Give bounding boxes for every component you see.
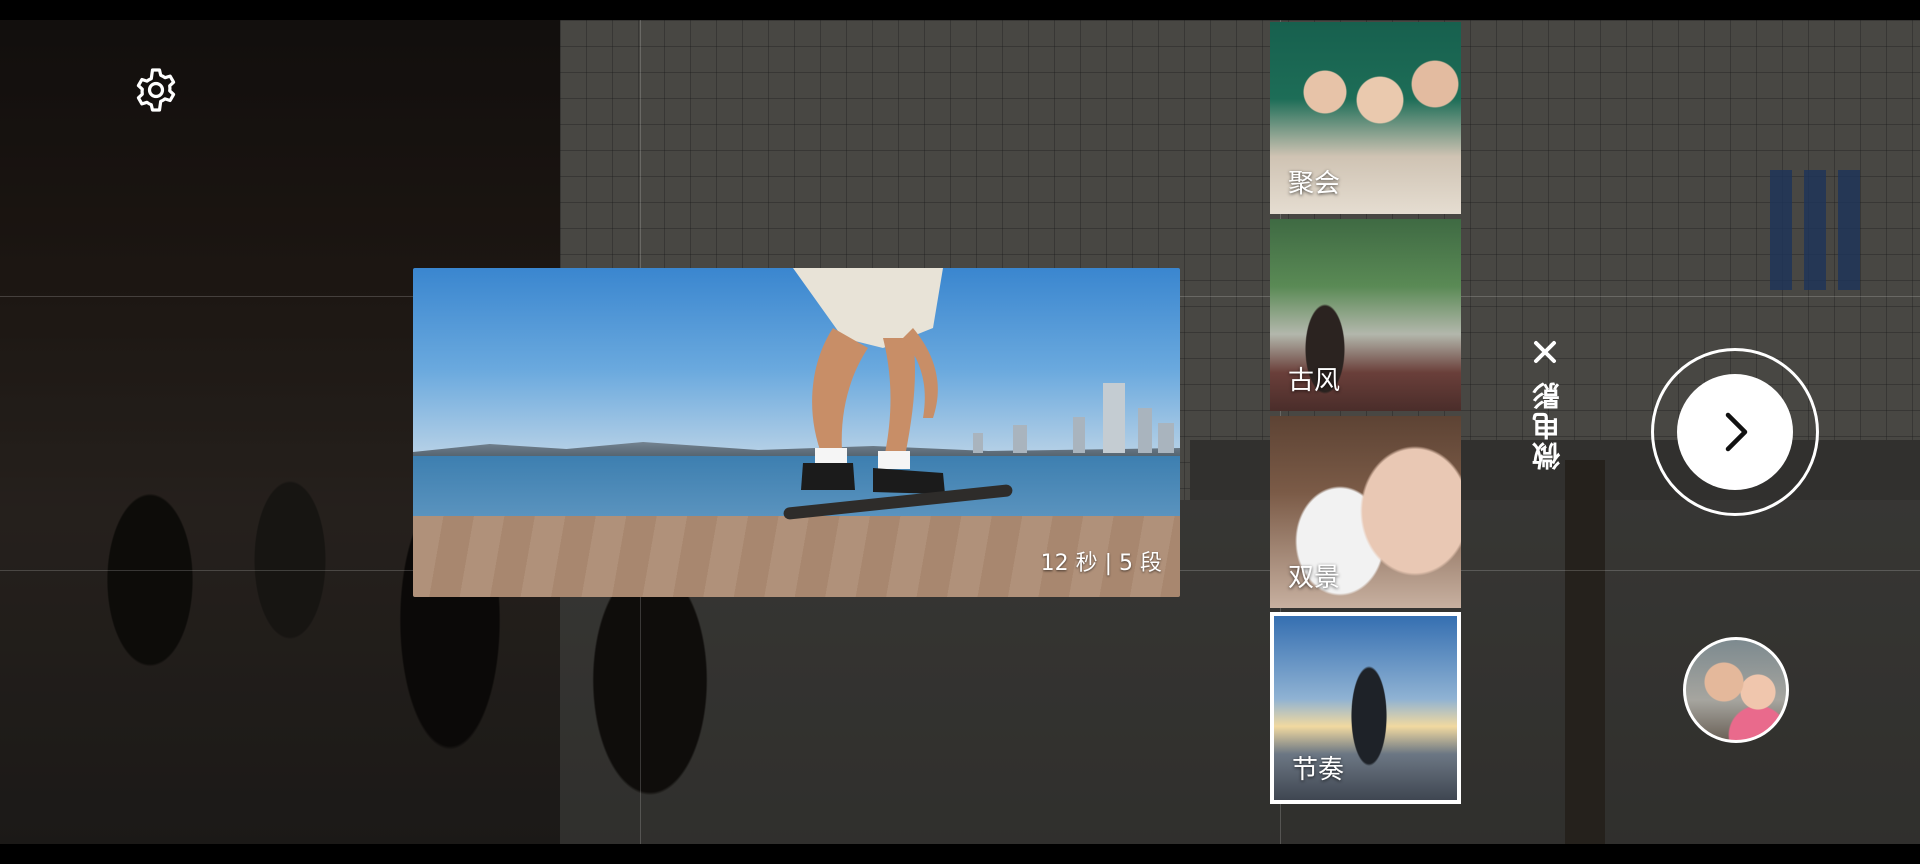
micro-movie-mode: 微电影 — [1518, 330, 1572, 500]
template-ancient-style[interactable]: 古风 — [1270, 219, 1461, 411]
shutter-inner — [1677, 374, 1793, 490]
template-list: 聚会 古风 双景 节奏 — [1270, 22, 1461, 804]
template-rhythm[interactable]: 节奏 — [1270, 612, 1461, 804]
template-label: 双景 — [1288, 563, 1341, 593]
settings-button[interactable] — [128, 62, 184, 118]
template-dual-view[interactable]: 双景 — [1270, 416, 1461, 608]
preview-city-skyline — [953, 368, 1180, 453]
template-label: 节奏 — [1292, 755, 1345, 785]
template-label: 聚会 — [1288, 169, 1341, 199]
preview-duration-caption: 12 秒 | 5 段 — [1040, 551, 1162, 576]
bottom-black-bar — [0, 844, 1920, 864]
gear-icon — [136, 68, 176, 112]
template-preview-video[interactable]: 12 秒 | 5 段 — [413, 268, 1180, 597]
top-black-bar — [0, 0, 1920, 20]
template-label: 古风 — [1288, 366, 1341, 396]
close-icon[interactable] — [1518, 330, 1572, 374]
chevron-right-icon — [1725, 412, 1748, 452]
preview-skater — [793, 268, 945, 494]
mode-label: 微电影 — [1531, 380, 1564, 470]
template-party[interactable]: 聚会 — [1270, 22, 1461, 214]
close-icon-glyph — [1534, 341, 1556, 363]
gallery-thumbnail-button[interactable] — [1683, 637, 1789, 743]
record-next-button[interactable] — [1651, 348, 1819, 516]
